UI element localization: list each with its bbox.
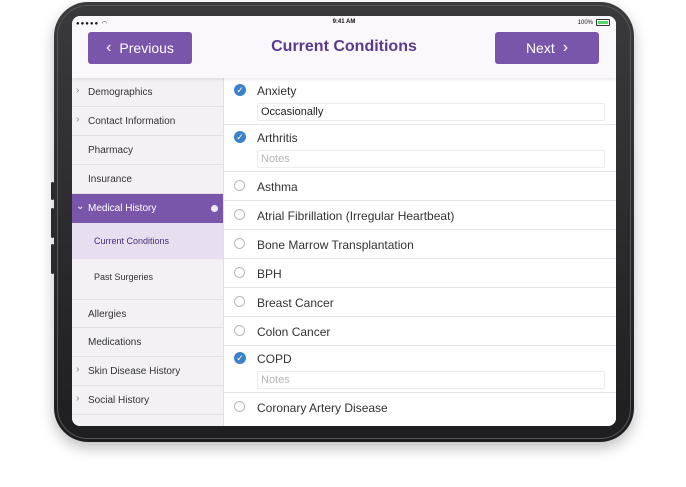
checkmark-icon[interactable]: ✓ — [234, 352, 246, 364]
device-volume-down — [51, 244, 54, 274]
navigation-bar: ●●●●● ◠ 9:41 AM 100% ‹ Previous Current … — [72, 16, 616, 78]
checkmark-icon[interactable]: ✓ — [234, 131, 246, 143]
status-bar: ●●●●● ◠ 9:41 AM 100% — [72, 16, 616, 30]
sidebar-subitem-past-surgeries[interactable]: Past Surgeries — [72, 259, 223, 295]
battery-icon — [596, 19, 610, 26]
sidebar-item-pharmacy[interactable]: Pharmacy — [72, 136, 223, 165]
condition-row-asthma[interactable]: Asthma — [224, 172, 616, 201]
condition-row-atrial-fibrillation[interactable]: Atrial Fibrillation (Irregular Heartbeat… — [224, 201, 616, 230]
chevron-right-icon: › — [76, 85, 80, 96]
status-right: 100% — [578, 19, 610, 26]
sidebar-item-contact-information[interactable]: › Contact Information — [72, 107, 223, 136]
radio-icon[interactable] — [234, 325, 245, 336]
sidebar-item-medications[interactable]: Medications — [72, 328, 223, 357]
chevron-right-icon: › — [76, 364, 80, 375]
condition-row-anxiety[interactable]: ✓ Anxiety Occasionally — [224, 78, 616, 125]
page-title: Current Conditions — [271, 38, 417, 55]
notes-input-anxiety[interactable]: Occasionally — [257, 103, 605, 121]
conditions-list: ✓ Anxiety Occasionally ✓ Arthritis Notes… — [224, 78, 616, 426]
active-dot-icon — [211, 205, 218, 212]
condition-row-breast-cancer[interactable]: Breast Cancer — [224, 288, 616, 317]
sidebar-item-insurance[interactable]: Insurance — [72, 165, 223, 194]
notes-input-copd[interactable]: Notes — [257, 371, 605, 389]
chevron-right-icon: › — [76, 114, 80, 125]
condition-row-arthritis[interactable]: ✓ Arthritis Notes — [224, 125, 616, 172]
sidebar: › Demographics › Contact Information Pha… — [72, 78, 224, 426]
condition-row-copd[interactable]: ✓ COPD Notes — [224, 346, 616, 393]
previous-label: Previous — [119, 40, 174, 56]
sidebar-subitem-current-conditions[interactable]: Current Conditions — [72, 223, 223, 259]
chevron-down-icon: ⌄ — [76, 201, 85, 212]
radio-icon[interactable] — [234, 267, 245, 278]
sidebar-item-skin-disease-history[interactable]: › Skin Disease History — [72, 357, 223, 386]
radio-icon[interactable] — [234, 238, 245, 249]
checkmark-icon[interactable]: ✓ — [234, 84, 246, 96]
radio-icon[interactable] — [234, 209, 245, 220]
condition-row-bone-marrow-transplantation[interactable]: Bone Marrow Transplantation — [224, 230, 616, 259]
sidebar-item-demographics[interactable]: › Demographics — [72, 78, 223, 107]
chevron-right-icon: › — [562, 39, 569, 56]
chevron-left-icon: ‹ — [106, 39, 112, 56]
next-label: Next — [525, 40, 555, 56]
radio-icon[interactable] — [234, 296, 245, 307]
condition-row-coronary-artery-disease[interactable]: Coronary Artery Disease — [224, 393, 616, 422]
device-side-button — [51, 182, 54, 200]
app-screen: ●●●●● ◠ 9:41 AM 100% ‹ Previous Current … — [72, 16, 616, 426]
chevron-right-icon: › — [76, 393, 80, 404]
next-button[interactable]: Next › — [495, 32, 599, 64]
device-volume-up — [51, 208, 54, 238]
sidebar-item-social-history[interactable]: › Social History — [72, 386, 223, 415]
sidebar-item-medical-history[interactable]: ⌄ Medical History — [72, 194, 223, 223]
condition-row-bph[interactable]: BPH — [224, 259, 616, 288]
notes-input-arthritis[interactable]: Notes — [257, 150, 605, 168]
status-time: 9:41 AM — [332, 19, 356, 25]
condition-row-colon-cancer[interactable]: Colon Cancer — [224, 317, 616, 346]
radio-icon[interactable] — [234, 401, 245, 412]
sidebar-item-allergies[interactable]: Allergies — [72, 299, 223, 328]
previous-button[interactable]: ‹ Previous — [88, 32, 192, 64]
radio-icon[interactable] — [234, 180, 245, 191]
battery-percent: 100% — [577, 19, 593, 26]
